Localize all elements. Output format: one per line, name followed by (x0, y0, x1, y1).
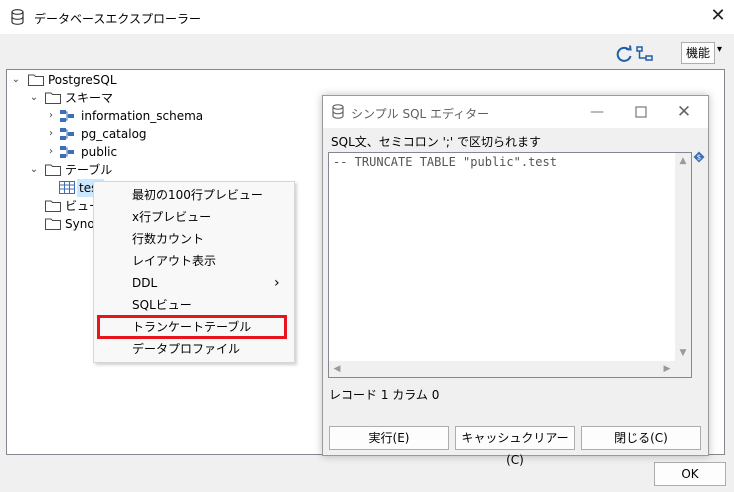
main-titlebar: データベースエクスプローラー ✕ (0, 0, 734, 34)
refresh-icon[interactable] (614, 44, 634, 64)
menu-item-data-profile[interactable]: データプロファイル (132, 338, 240, 360)
schema-icon (60, 128, 74, 140)
close-button[interactable]: 閉じる(C) (581, 426, 701, 450)
menu-item-sql-view[interactable]: SQLビュー (132, 294, 192, 316)
ok-button[interactable]: OK (654, 462, 726, 486)
chevron-right-icon[interactable]: › (46, 107, 56, 125)
cache-clear-button[interactable]: キャッシュクリアー(C) (455, 426, 575, 467)
simple-sql-editor-dialog: シンプル SQL エディター — ✕ SQL文、セミコロン ';' で区切られま… (322, 95, 709, 467)
database-icon (332, 104, 344, 119)
folder-icon (45, 92, 61, 104)
maximize-icon[interactable] (631, 102, 651, 122)
svg-text:$: $ (697, 154, 701, 162)
menu-item-ddl[interactable]: DDL (132, 272, 157, 294)
tree-structure-icon[interactable] (635, 44, 655, 64)
tree-item-tables[interactable]: テーブル (65, 161, 112, 179)
chevron-down-icon[interactable]: ⌄ (29, 89, 39, 107)
close-icon[interactable]: ✕ (706, 4, 730, 28)
tree-item-schema[interactable]: pg_catalog (81, 125, 147, 143)
database-icon (11, 9, 24, 25)
sql-text[interactable]: -- TRUNCATE TABLE "public".test (333, 155, 557, 169)
chevron-right-icon[interactable]: › (46, 143, 56, 161)
execute-button[interactable]: 実行(E) (329, 426, 449, 450)
close-icon[interactable]: ✕ (673, 101, 695, 123)
chevron-down-icon[interactable]: ⌄ (11, 71, 21, 89)
folder-icon (45, 218, 61, 230)
sql-editor[interactable]: -- TRUNCATE TABLE "public".test ▲ ▼ ◀ ▶ (328, 152, 692, 378)
chevron-down-icon[interactable]: ▾ (717, 44, 722, 55)
info-badge-icon[interactable]: $ (693, 151, 705, 163)
folder-icon (45, 164, 61, 176)
window-title: データベースエクスプローラー (34, 12, 202, 26)
scroll-right-icon[interactable]: ▶ (659, 361, 675, 377)
menu-item-show-layout[interactable]: レイアウト表示 (132, 250, 216, 272)
tree-item-schema[interactable]: public (81, 143, 117, 161)
vertical-scrollbar[interactable]: ▲ ▼ (675, 153, 691, 361)
folder-icon (28, 74, 44, 86)
tree-item-schemas[interactable]: スキーマ (65, 89, 113, 107)
chevron-down-icon[interactable]: ⌄ (29, 161, 39, 179)
menu-item-preview-first-100[interactable]: 最初の100行プレビュー (132, 184, 263, 206)
horizontal-scrollbar[interactable]: ◀ ▶ (329, 361, 675, 377)
scroll-down-icon[interactable]: ▼ (675, 345, 691, 361)
sql-editor-label: SQL文、セミコロン ';' で区切られます (331, 135, 542, 149)
scroll-left-icon[interactable]: ◀ (329, 361, 345, 377)
tree-item-postgresql[interactable]: PostgreSQL (48, 71, 117, 89)
menu-item-row-count[interactable]: 行数カウント (132, 228, 204, 250)
chevron-right-icon[interactable]: › (46, 125, 56, 143)
minimize-icon[interactable]: — (587, 102, 607, 122)
scroll-up-icon[interactable]: ▲ (675, 153, 691, 169)
menu-item-preview-x-rows[interactable]: x行プレビュー (132, 206, 211, 228)
folder-icon (45, 200, 61, 212)
function-button[interactable]: 機能 (681, 42, 715, 64)
schema-icon (60, 146, 74, 158)
scrollbar-corner (675, 361, 691, 377)
highlight-box (97, 315, 287, 339)
schema-icon (60, 110, 74, 122)
sql-dialog-title: シンプル SQL エディター (351, 107, 490, 121)
sql-status: レコード 1 カラム 0 (329, 388, 440, 402)
sql-dialog-titlebar: シンプル SQL エディター — ✕ (323, 96, 708, 128)
chevron-right-icon: › (274, 275, 280, 291)
tree-item-schema[interactable]: information_schema (81, 107, 203, 125)
table-icon (59, 181, 75, 194)
